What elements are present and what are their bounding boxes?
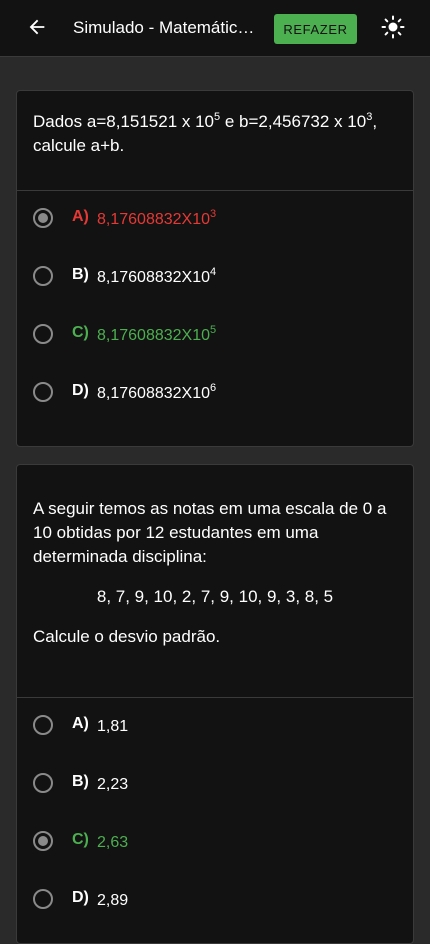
exponent: 5	[210, 324, 217, 336]
option-text: 1,81	[97, 718, 129, 735]
question-text: A seguir temos as notas em uma escala de…	[33, 499, 387, 566]
exponent: 3	[210, 208, 217, 220]
option-text: 2,89	[97, 892, 129, 909]
option-letter: B)	[72, 773, 89, 790]
option-base: 8,17608832X10	[97, 211, 210, 228]
question-text-part: Dados a=8,151521 x 10	[33, 112, 215, 131]
radio-button[interactable]	[33, 773, 53, 793]
question-text: Dados a=8,151521 x 105 e b=2,456732 x 10…	[33, 110, 397, 158]
question-card-1: Dados a=8,151521 x 10 5 e b=2,456732 x 10…	[16, 90, 414, 447]
question-prompt: Calcule o desvio padrão.	[33, 627, 221, 646]
redo-button[interactable]: REFAZER	[274, 14, 357, 44]
option-text: 8,17608832X103	[97, 208, 217, 230]
sun-icon	[381, 15, 405, 44]
option-letter: D)	[72, 382, 89, 399]
exponent: 4	[210, 266, 217, 278]
option-text: 8,17608832X105	[97, 324, 217, 346]
option-letter: B)	[72, 266, 89, 283]
radio-button[interactable]	[33, 324, 53, 344]
back-button[interactable]	[22, 14, 52, 44]
app-bar: Simulado - Matemática - Estatística REFA…	[0, 0, 430, 57]
option-letter: A)	[72, 715, 89, 732]
option-a[interactable]: A) 1,81	[17, 698, 413, 756]
theme-toggle-button[interactable]	[378, 14, 408, 44]
radio-button[interactable]	[33, 831, 53, 851]
radio-button[interactable]	[33, 889, 53, 909]
radio-button[interactable]	[33, 715, 53, 735]
option-letter: C)	[72, 831, 89, 848]
question-card-2: A seguir temos as notas em uma escala de…	[16, 464, 414, 944]
radio-button[interactable]	[33, 208, 53, 228]
option-c[interactable]: C) 2,63	[17, 814, 413, 872]
data-values: 8, 7, 9, 10, 2, 7, 9, 10, 9, 3, 8, 5	[96, 587, 334, 606]
option-b[interactable]: B) 8,17608832X104	[17, 249, 413, 307]
page-title: Simulado - Matemática - Estatística	[73, 18, 263, 37]
option-letter: C)	[72, 324, 89, 341]
option-text: 2,63	[97, 834, 129, 851]
option-d[interactable]: D) 2,89	[17, 872, 413, 930]
question-text-part: e b=2,456732 x 10	[220, 112, 367, 131]
option-text: 8,17608832X104	[97, 266, 217, 288]
option-base: 8,17608832X10	[97, 327, 210, 344]
option-letter: D)	[72, 889, 89, 906]
option-a[interactable]: A) 8,17608832X103	[17, 191, 413, 249]
option-text: 2,23	[97, 776, 129, 793]
option-d[interactable]: D) 8,17608832X106	[17, 365, 413, 423]
radio-button[interactable]	[33, 266, 53, 286]
option-text: 8,17608832X106	[97, 382, 217, 404]
option-b[interactable]: B) 2,23	[17, 756, 413, 814]
question-text-part: ,	[372, 112, 378, 131]
option-c[interactable]: C) 8,17608832X105	[17, 307, 413, 365]
option-letter: A)	[72, 208, 89, 225]
question-text-part: calcule a+b.	[33, 136, 125, 155]
option-base: 8,17608832X10	[97, 385, 210, 402]
radio-button[interactable]	[33, 382, 53, 402]
option-base: 8,17608832X10	[97, 269, 210, 286]
exponent: 6	[210, 382, 217, 394]
arrow-left-icon	[26, 16, 48, 43]
